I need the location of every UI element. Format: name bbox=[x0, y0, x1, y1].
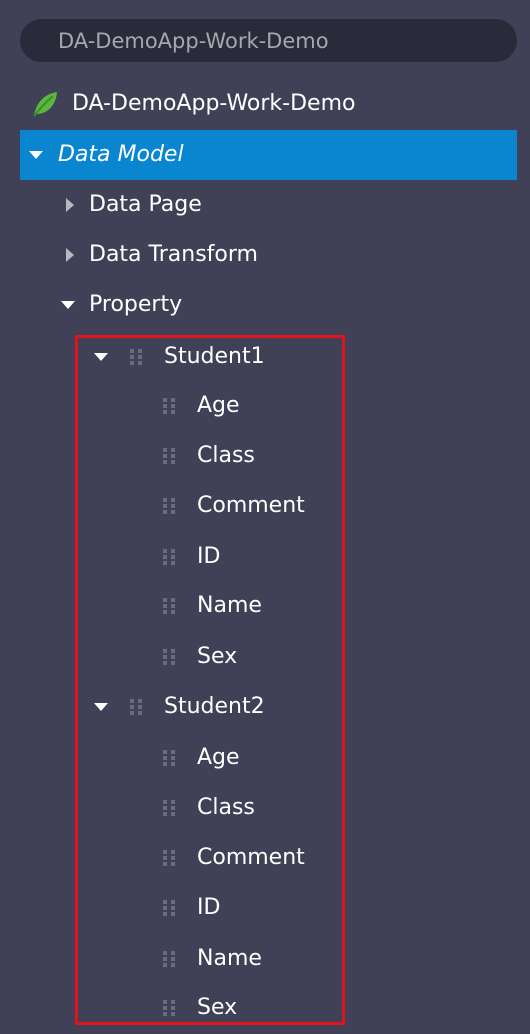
caret-down-icon[interactable] bbox=[28, 130, 44, 180]
tree-item-label: Name bbox=[197, 946, 262, 971]
drag-handle-icon[interactable] bbox=[163, 800, 175, 816]
tree-item-label: Class bbox=[197, 443, 255, 468]
tree-item-student2-label: Student2 bbox=[164, 694, 265, 719]
caret-right-icon[interactable] bbox=[62, 230, 78, 280]
tree-item-label: Sex bbox=[197, 644, 238, 669]
drag-handle-icon[interactable] bbox=[130, 699, 142, 715]
caret-down-icon[interactable] bbox=[93, 682, 109, 732]
drag-handle-icon[interactable] bbox=[163, 900, 175, 916]
drag-handle-icon[interactable] bbox=[163, 498, 175, 514]
caret-down-icon[interactable] bbox=[93, 332, 109, 382]
drag-handle-icon[interactable] bbox=[163, 398, 175, 414]
tree-item-app-label: DA-DemoApp-Work-Demo bbox=[72, 91, 356, 116]
tree-item-label: Age bbox=[197, 745, 240, 770]
tree-item-data-model[interactable]: Data Model bbox=[20, 130, 517, 180]
caret-right-icon[interactable] bbox=[62, 180, 78, 230]
tree-item-data-transform-label: Data Transform bbox=[89, 242, 258, 267]
tree-item-label: Sex bbox=[197, 995, 238, 1020]
tree-item-property-label: Property bbox=[89, 292, 183, 317]
tree-item-label: ID bbox=[197, 544, 221, 569]
tree-item-data-page-label: Data Page bbox=[89, 192, 202, 217]
drag-handle-icon[interactable] bbox=[163, 649, 175, 665]
drag-handle-icon[interactable] bbox=[163, 750, 175, 766]
tree-item-student1-label: Student1 bbox=[164, 344, 265, 369]
drag-handle-icon[interactable] bbox=[163, 549, 175, 565]
drag-handle-icon[interactable] bbox=[163, 1000, 175, 1016]
tree-item-label: Comment bbox=[197, 845, 305, 870]
drag-handle-icon[interactable] bbox=[130, 349, 142, 365]
search-input[interactable]: DA-DemoApp-Work-Demo bbox=[20, 19, 517, 62]
drag-handle-icon[interactable] bbox=[163, 598, 175, 614]
leaf-icon bbox=[30, 89, 60, 119]
caret-down-icon[interactable] bbox=[60, 280, 76, 330]
tree-item-label: Class bbox=[197, 795, 255, 820]
tree-item-label: Age bbox=[197, 393, 240, 418]
tree-item-label: ID bbox=[197, 895, 221, 920]
drag-handle-icon[interactable] bbox=[163, 951, 175, 967]
drag-handle-icon[interactable] bbox=[163, 448, 175, 464]
tree-item-label: Comment bbox=[197, 493, 305, 518]
search-input-value: DA-DemoApp-Work-Demo bbox=[58, 28, 329, 53]
tree-item-label: Name bbox=[197, 593, 262, 618]
tree-item-data-model-label: Data Model bbox=[58, 142, 184, 167]
drag-handle-icon[interactable] bbox=[163, 850, 175, 866]
